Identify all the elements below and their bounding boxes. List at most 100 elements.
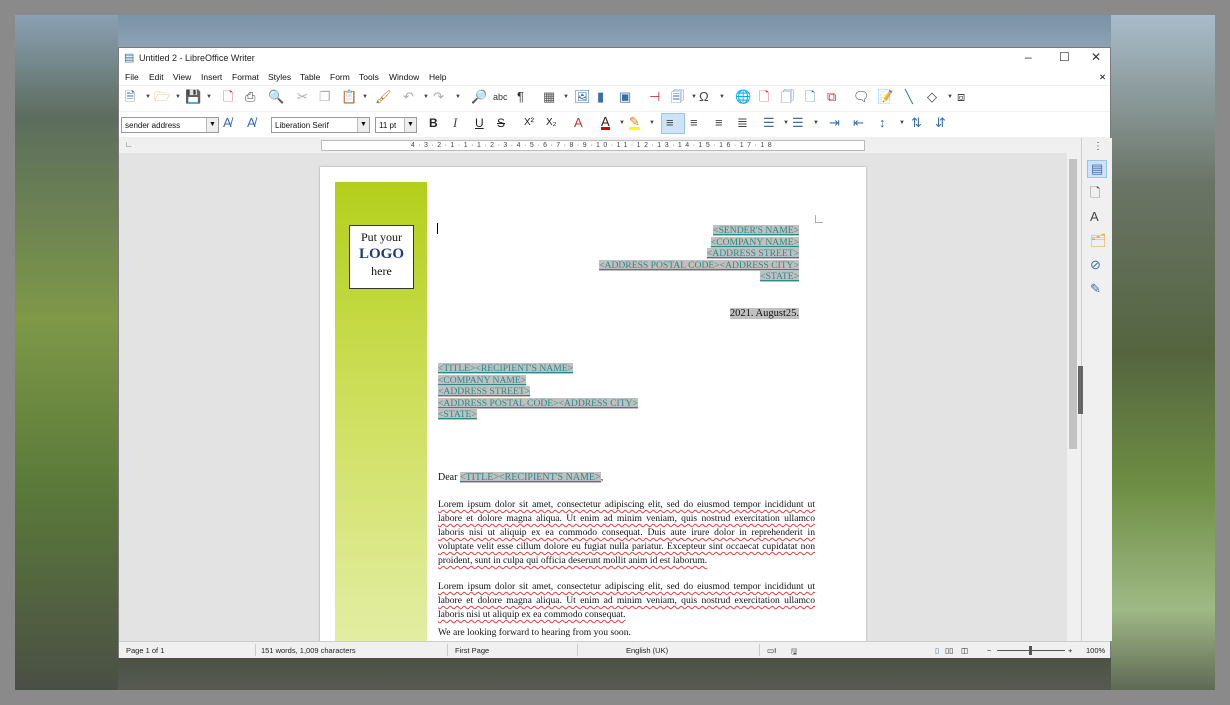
gallery-icon[interactable]: 🗂 [1090,234,1107,248]
decrease-indent-icon[interactable]: ⇤ [853,116,864,130]
sender-company-field[interactable]: <COMPANY NAME> [710,236,799,248]
font-color-dropdown[interactable]: ▼ [619,120,625,126]
logo-placeholder[interactable]: Put your LOGO here [349,225,414,289]
decrease-paragraph-spacing-icon[interactable]: ⇵ [935,116,946,130]
recipient-company-field[interactable]: <COMPANY NAME> [438,374,527,386]
bookmark-icon[interactable]: 🗋 [805,90,815,104]
increase-paragraph-spacing-icon[interactable]: ⇅ [911,116,922,130]
page-style[interactable]: First Page [455,646,489,655]
table-dropdown[interactable]: ▼ [563,94,569,100]
special-character-icon[interactable]: Ω [699,90,709,104]
recipient-street-field[interactable]: <ADDRESS STREET> [438,386,531,397]
chevron-down-icon[interactable]: ▼ [206,118,218,132]
line-icon[interactable]: ╲ [905,90,913,104]
page-icon[interactable]: 🗋 [1090,186,1100,200]
insert-field-icon[interactable]: 🗐 [671,90,684,104]
shapes-dropdown[interactable]: ▼ [947,94,953,100]
print-preview-icon[interactable]: 🔍 [268,90,284,104]
chevron-down-icon[interactable]: ▼ [357,118,369,132]
salutation-field[interactable]: <TITLE><RECIPIENT'S NAME> [459,472,601,483]
page-count[interactable]: Page 1 of 1 [126,646,164,655]
numbered-dropdown[interactable]: ▼ [813,120,819,126]
sidebar-collapse-handle[interactable] [1078,366,1083,414]
highlight-icon[interactable]: ✎ [629,115,640,130]
hyperlink-icon[interactable]: 🌐 [735,90,751,104]
menu-file[interactable]: File [125,72,139,82]
insert-chart-icon[interactable]: ▮ [597,90,604,104]
print-icon[interactable]: ⎙ [245,90,255,104]
sender-street-field[interactable]: <ADDRESS STREET> [706,248,799,259]
endnote-icon[interactable]: 🗍 [781,90,794,104]
save-dropdown[interactable]: ▼ [206,94,212,100]
increase-indent-icon[interactable]: ⇥ [829,116,840,130]
open-folder-icon[interactable]: 🗁 [154,90,170,104]
word-count[interactable]: 151 words, 1,009 characters [261,646,356,655]
zoom-out-button[interactable]: − [987,646,991,655]
font-size-select[interactable]: 11 pt ▼ [375,117,417,133]
new-document-icon[interactable]: 🗎 [125,90,135,104]
ruler-scale[interactable]: 4·3·2·1·1·1·2·3·4·5·6·7·8·9·10·11·12·13·… [321,140,865,151]
justify-icon[interactable]: ≣ [737,116,748,130]
zoom-in-button[interactable]: + [1068,646,1072,655]
copy-icon[interactable]: ❐ [319,90,331,104]
numbered-list-icon[interactable]: ☰ [792,116,804,130]
zoom-slider-handle[interactable] [1029,646,1032,655]
italic-icon[interactable]: I [453,116,457,130]
underline-icon[interactable]: U [475,116,484,130]
subscript-icon[interactable]: X₂ [546,116,557,130]
menu-window[interactable]: Window [389,72,419,82]
properties-icon[interactable]: ▤ [1087,160,1108,178]
maximize-button[interactable]: ☐ [1059,50,1070,64]
superscript-icon[interactable]: X² [524,116,534,130]
sender-state-field[interactable]: <STATE> [760,271,799,282]
formatting-marks-icon[interactable]: ¶ [517,90,524,104]
body-paragraph-1[interactable]: Lorem ipsum dolor sit amet, consectetur … [438,498,815,568]
date-field[interactable]: 2021. August25. [729,308,799,319]
undo-dropdown[interactable]: ▼ [423,94,429,100]
save-icon[interactable]: 💾 [185,90,201,104]
menu-edit[interactable]: Edit [149,72,164,82]
menu-form[interactable]: Form [330,72,350,82]
line-spacing-icon[interactable]: ↕ [879,116,886,130]
field-dropdown[interactable]: ▼ [691,94,697,100]
bold-icon[interactable]: B [429,116,438,130]
book-view-icon[interactable]: ◫ [961,646,968,655]
comment-icon[interactable]: 🗨 [853,90,870,104]
menu-insert[interactable]: Insert [201,72,222,82]
menu-view[interactable]: View [173,72,191,82]
recipient-city-field[interactable]: <ADDRESS POSTAL CODE><ADDRESS CITY> [438,397,638,409]
page-break-icon[interactable]: ⊣ [649,90,660,104]
cross-reference-icon[interactable]: ⧉ [827,90,836,104]
minimize-button[interactable]: – [1025,50,1032,64]
language[interactable]: English (UK) [626,646,668,655]
menu-styles[interactable]: Styles [268,72,291,82]
cut-icon[interactable]: ✂ [297,90,308,104]
scrollbar-thumb[interactable] [1069,159,1077,449]
styles-icon[interactable]: A [1090,210,1099,224]
menu-tools[interactable]: Tools [359,72,379,82]
menu-table[interactable]: Table [300,72,320,82]
strikethrough-icon[interactable]: S [497,116,505,130]
insert-table-icon[interactable]: ▦ [543,90,555,104]
paste-dropdown[interactable]: ▼ [362,94,368,100]
document-area[interactable]: Put your LOGO here <SENDER'S NAME> <COMP… [119,153,1067,641]
align-center-icon[interactable]: ≡ [690,116,698,130]
horizontal-ruler[interactable]: ∟ 4·3·2·1·1·1·2·3·4·5·6·7·8·9·10·11·12·1… [119,138,1067,153]
clear-formatting-icon[interactable]: A [574,116,583,130]
recipient-name-field[interactable]: <TITLE><RECIPIENT'S NAME> [438,363,574,374]
recipient-state-field[interactable]: <STATE> [438,409,477,420]
insert-image-icon[interactable]: 🖼 [574,90,591,104]
footnote-icon[interactable]: 🗋 [759,90,769,104]
find-replace-icon[interactable]: 🔎 [471,90,487,104]
special-char-dropdown[interactable]: ▼ [719,94,725,100]
open-dropdown[interactable]: ▼ [175,94,181,100]
manage-changes-icon[interactable]: ✎ [1090,282,1101,296]
align-left-icon[interactable]: ≡ [661,113,685,134]
paste-icon[interactable]: 📋 [341,90,357,104]
draw-functions-icon[interactable]: ⧈ [957,90,965,104]
align-right-icon[interactable]: ≡ [715,116,723,130]
new-style-icon[interactable]: A̸ [247,116,256,130]
insert-mode-icon[interactable]: ▭I [767,646,776,655]
highlight-dropdown[interactable]: ▼ [649,120,655,126]
sender-name-field[interactable]: <SENDER'S NAME> [713,225,799,236]
